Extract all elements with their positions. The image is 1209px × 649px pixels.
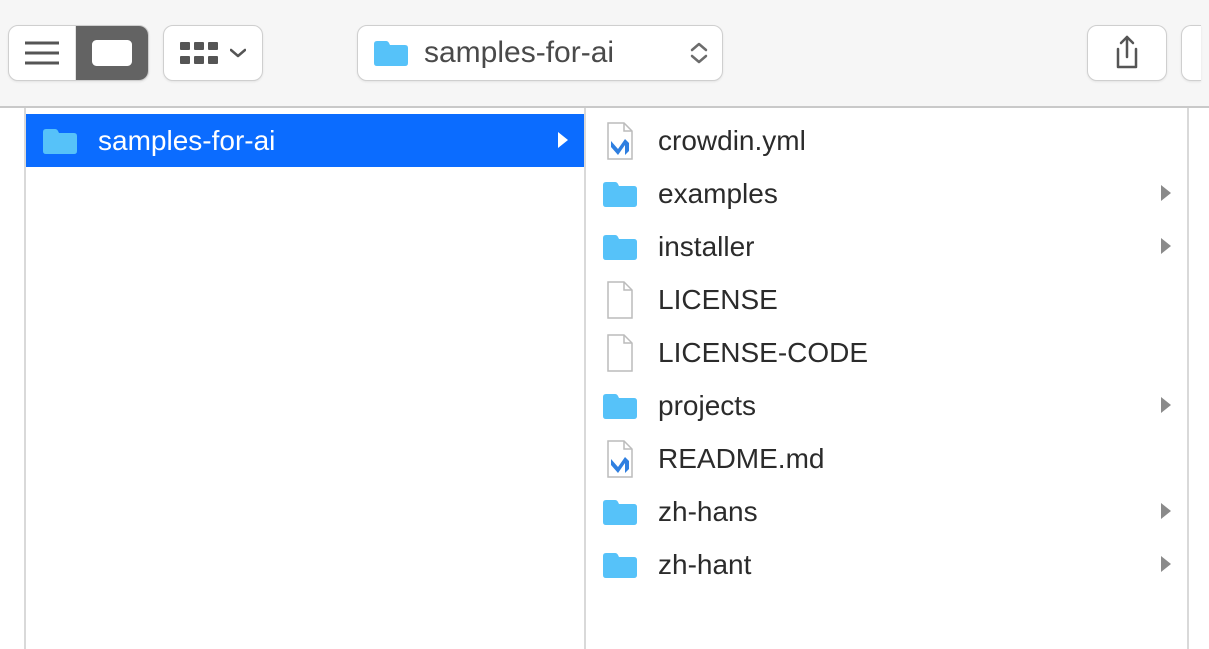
folder-icon [372, 38, 410, 68]
file-row[interactable]: crowdin.yml [586, 114, 1187, 167]
chevron-right-icon [556, 125, 570, 157]
toolbar: samples-for-ai [0, 0, 1209, 108]
file-icon [600, 333, 640, 373]
path-stepper[interactable] [690, 42, 708, 64]
folder-row[interactable]: projects [586, 379, 1187, 432]
column-empty [1189, 108, 1209, 649]
partial-button[interactable] [1181, 25, 1201, 81]
arrange-button[interactable] [164, 26, 262, 80]
item-label: crowdin.yml [658, 125, 1173, 157]
file-icon [600, 280, 640, 320]
chevron-right-icon [1159, 178, 1173, 210]
vscode-file-icon [600, 121, 640, 161]
column-browser: samples-for-ai crowdin.yml examples inst… [0, 108, 1209, 649]
item-label: samples-for-ai [98, 125, 538, 157]
column-gutter [0, 108, 26, 649]
item-label: installer [658, 231, 1141, 263]
chevron-right-icon [1159, 390, 1173, 422]
chevron-right-icon [1159, 496, 1173, 528]
folder-row[interactable]: installer [586, 220, 1187, 273]
chevron-down-icon [230, 48, 246, 58]
chevron-right-icon [1159, 231, 1173, 263]
file-row[interactable]: README.md [586, 432, 1187, 485]
list-view-icon [25, 40, 59, 66]
arrange-group [163, 25, 263, 81]
file-row[interactable]: LICENSE-CODE [586, 326, 1187, 379]
view-mode-group [8, 25, 149, 81]
folder-row[interactable]: examples [586, 167, 1187, 220]
item-label: zh-hant [658, 549, 1141, 581]
item-label: LICENSE [658, 284, 1173, 316]
file-row[interactable]: LICENSE [586, 273, 1187, 326]
folder-icon [600, 232, 640, 262]
folder-row[interactable]: samples-for-ai [26, 114, 584, 167]
folder-icon [40, 126, 80, 156]
item-label: examples [658, 178, 1141, 210]
folder-icon [600, 179, 640, 209]
column-1: samples-for-ai [26, 108, 586, 649]
chevron-up-icon [690, 42, 708, 52]
share-button[interactable] [1087, 25, 1167, 81]
chevron-right-icon [1159, 549, 1173, 581]
item-label: README.md [658, 443, 1173, 475]
vscode-file-icon [600, 439, 640, 479]
column-view-icon [92, 40, 132, 66]
item-label: zh-hans [658, 496, 1141, 528]
folder-icon [600, 391, 640, 421]
item-label: projects [658, 390, 1141, 422]
folder-icon [600, 497, 640, 527]
folder-icon [600, 550, 640, 580]
chevron-down-icon [690, 54, 708, 64]
folder-row[interactable]: zh-hant [586, 538, 1187, 591]
arrange-icon [180, 40, 220, 66]
column-2: crowdin.yml examples installer LICENSE L… [586, 108, 1189, 649]
list-view-button[interactable] [9, 26, 75, 80]
item-label: LICENSE-CODE [658, 337, 1173, 369]
path-bar[interactable]: samples-for-ai [357, 25, 723, 81]
folder-row[interactable]: zh-hans [586, 485, 1187, 538]
share-icon [1112, 35, 1142, 71]
path-text: samples-for-ai [424, 36, 676, 70]
column-view-button[interactable] [75, 26, 148, 80]
